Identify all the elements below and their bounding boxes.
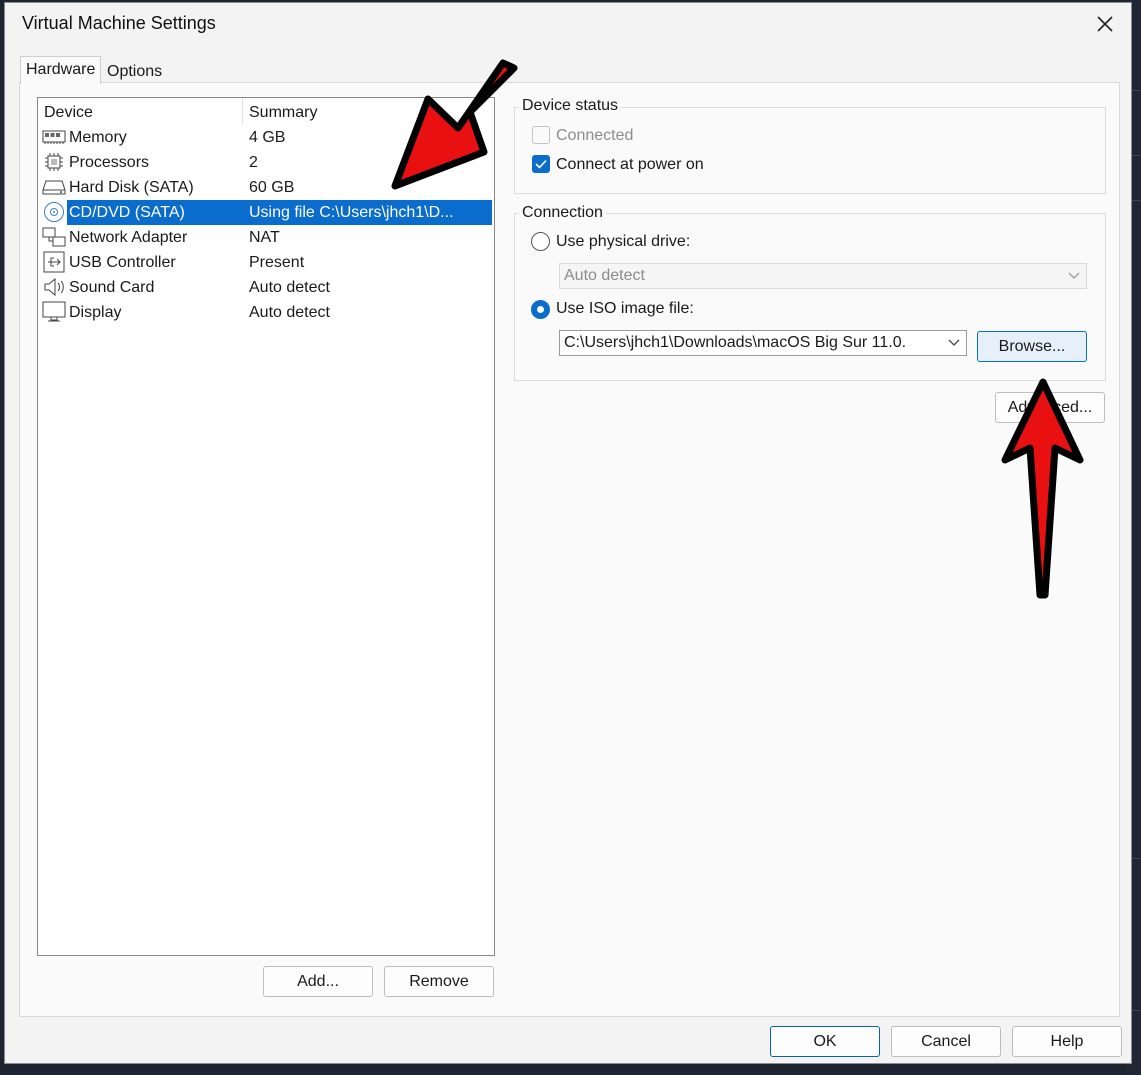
vm-settings-dialog: Virtual Machine Settings Hardware Option… [4,2,1132,1064]
processor-icon [42,151,66,173]
checkmark-icon [535,159,547,169]
speaker-icon [42,276,66,298]
browse-button[interactable]: Browse... [977,331,1087,362]
physical-drive-select[interactable]: Auto detect [559,263,1087,289]
cancel-button[interactable]: Cancel [891,1026,1001,1057]
usb-icon [42,251,66,273]
device-name: Display [69,304,122,321]
ok-button[interactable]: OK [770,1026,880,1057]
device-row-cd-dvd[interactable]: CD/DVD (SATA) Using file C:\Users\jhch1\… [38,200,494,225]
iso-path-combobox[interactable]: C:\Users\jhch1\Downloads\macOS Big Sur 1… [559,330,967,356]
connect-at-power-on-checkbox[interactable] [532,155,550,173]
tab-hardware[interactable]: Hardware [20,56,102,84]
use-physical-drive-radio[interactable] [531,232,550,251]
iso-path-value: C:\Users\jhch1\Downloads\macOS Big Sur 1… [564,334,907,351]
use-physical-drive-label: Use physical drive: [556,233,691,250]
help-button[interactable]: Help [1012,1026,1122,1057]
column-header-summary[interactable]: Summary [249,104,317,122]
device-summary: Present [249,254,305,271]
column-header-device[interactable]: Device [44,104,93,122]
chevron-down-icon[interactable] [944,331,960,355]
device-summary: Using file C:\Users\jhch1\D... [249,204,454,221]
tab-options[interactable]: Options [102,59,167,84]
connection-label: Connection [519,204,606,222]
title-bar: Virtual Machine Settings [5,3,1131,45]
use-iso-image-label: Use ISO image file: [556,300,694,317]
device-name: USB Controller [69,254,176,271]
device-summary: Auto detect [249,304,330,321]
memory-icon [42,126,66,148]
device-row-network-adapter[interactable]: Network Adapter NAT [38,225,494,250]
device-row-usb-controller[interactable]: USB Controller Present [38,250,494,275]
device-list[interactable]: Device Summary Memory 4 GB Processors 2 … [37,97,495,956]
device-summary: 4 GB [249,129,286,146]
device-status-label: Device status [519,97,622,115]
device-name: Network Adapter [69,229,188,246]
device-name: Hard Disk (SATA) [69,179,194,196]
device-status-group [514,107,1106,194]
device-row-processors[interactable]: Processors 2 [38,150,494,175]
connected-checkbox[interactable] [532,126,550,144]
device-summary: 60 GB [249,179,295,196]
window-title: Virtual Machine Settings [22,13,216,33]
close-icon [1097,16,1113,32]
monitor-icon [42,301,66,323]
network-adapter-icon [42,226,66,248]
device-name: Memory [69,129,127,146]
device-list-header: Device Summary [38,98,494,125]
advanced-button[interactable]: Advanced... [995,392,1105,423]
device-summary: 2 [249,154,258,171]
cd-dvd-icon [42,201,66,223]
device-summary: NAT [249,229,280,246]
device-row-hard-disk[interactable]: Hard Disk (SATA) 60 GB [38,175,494,200]
device-row-display[interactable]: Display Auto detect [38,300,494,325]
device-name: Sound Card [69,279,155,296]
use-iso-image-radio[interactable] [531,300,550,319]
device-name: CD/DVD (SATA) [69,204,185,221]
device-row-memory[interactable]: Memory 4 GB [38,125,494,150]
connect-at-power-on-label: Connect at power on [556,156,704,173]
column-separator[interactable] [242,98,243,124]
remove-device-button[interactable]: Remove [384,966,494,997]
close-button[interactable] [1087,7,1123,41]
device-name: Processors [69,154,150,171]
physical-drive-value: Auto detect [564,267,645,284]
connected-label: Connected [556,127,634,144]
add-device-button[interactable]: Add... [263,966,373,997]
chevron-down-icon [1068,264,1080,288]
device-row-sound-card[interactable]: Sound Card Auto detect [38,275,494,300]
hard-disk-icon [42,176,66,198]
device-summary: Auto detect [249,279,330,296]
radio-dot [537,306,544,313]
